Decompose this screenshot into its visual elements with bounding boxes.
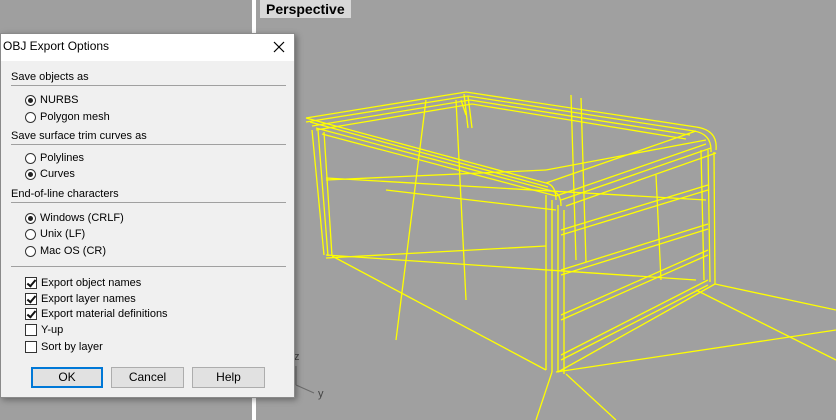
radio-unix-lf[interactable]: Unix (LF)	[25, 226, 85, 242]
radio-indicator[interactable]	[25, 94, 36, 106]
dialog-titlebar[interactable]: OBJ Export Options	[1, 34, 294, 61]
radio-indicator[interactable]	[25, 245, 36, 257]
radio-label: Polylines	[40, 152, 85, 164]
radio-label: Polygon mesh	[40, 111, 110, 123]
checkbox-label: Export layer names	[41, 293, 136, 305]
viewport-title[interactable]: Perspective	[260, 0, 351, 18]
radio-polygon-mesh[interactable]: Polygon mesh	[25, 109, 110, 125]
radio-indicator[interactable]	[25, 152, 36, 164]
section-trim-curves: Save surface trim curves as	[11, 130, 147, 142]
section-eol: End-of-line characters	[11, 188, 119, 200]
divider	[11, 266, 286, 267]
axis-y-label: y	[318, 388, 324, 400]
radio-label: NURBS	[40, 94, 79, 106]
radio-indicator[interactable]	[25, 212, 36, 224]
divider	[11, 85, 286, 86]
radio-windows-crlf[interactable]: Windows (CRLF)	[25, 210, 124, 226]
radio-indicator[interactable]	[25, 168, 36, 180]
check-export-layer-names[interactable]: Export layer names	[25, 291, 136, 307]
ok-button[interactable]: OK	[31, 367, 103, 388]
radio-curves[interactable]: Curves	[25, 166, 75, 182]
radio-label: Mac OS (CR)	[40, 245, 106, 257]
radio-nurbs[interactable]: NURBS	[25, 92, 79, 108]
obj-export-dialog: OBJ Export Options Save objects as NURBS…	[0, 33, 295, 398]
radio-label: Unix (LF)	[40, 228, 86, 240]
checkbox-label: Export material definitions	[41, 308, 168, 320]
check-export-material-definitions[interactable]: Export material definitions	[25, 306, 168, 322]
wireframe-model: z y	[294, 91, 836, 420]
checkbox-label: Y-up	[41, 324, 64, 336]
check-sort-by-layer[interactable]: Sort by layer	[25, 339, 103, 355]
check-y-up[interactable]: Y-up	[25, 322, 63, 338]
divider	[11, 144, 286, 145]
divider	[11, 202, 286, 203]
radio-indicator[interactable]	[25, 228, 36, 240]
check-export-object-names[interactable]: Export object names	[25, 275, 141, 291]
checkbox-label: Export object names	[41, 277, 142, 289]
radio-indicator[interactable]	[25, 111, 36, 123]
dialog-title: OBJ Export Options	[3, 39, 110, 53]
cancel-button[interactable]: Cancel	[111, 367, 184, 388]
checkbox[interactable]	[25, 341, 37, 353]
checkbox[interactable]	[25, 308, 37, 320]
radio-mac-os-cr[interactable]: Mac OS (CR)	[25, 243, 106, 259]
perspective-viewport[interactable]: z y Perspective	[256, 0, 836, 420]
help-button[interactable]: Help	[192, 367, 265, 388]
checkbox[interactable]	[25, 324, 37, 336]
checkbox-label: Sort by layer	[41, 341, 103, 353]
radio-label: Curves	[40, 168, 75, 180]
close-icon[interactable]	[270, 38, 288, 56]
checkbox[interactable]	[25, 293, 37, 305]
radio-label: Windows (CRLF)	[40, 212, 124, 224]
section-save-objects: Save objects as	[11, 71, 89, 83]
checkbox[interactable]	[25, 277, 37, 289]
radio-polylines[interactable]: Polylines	[25, 150, 84, 166]
